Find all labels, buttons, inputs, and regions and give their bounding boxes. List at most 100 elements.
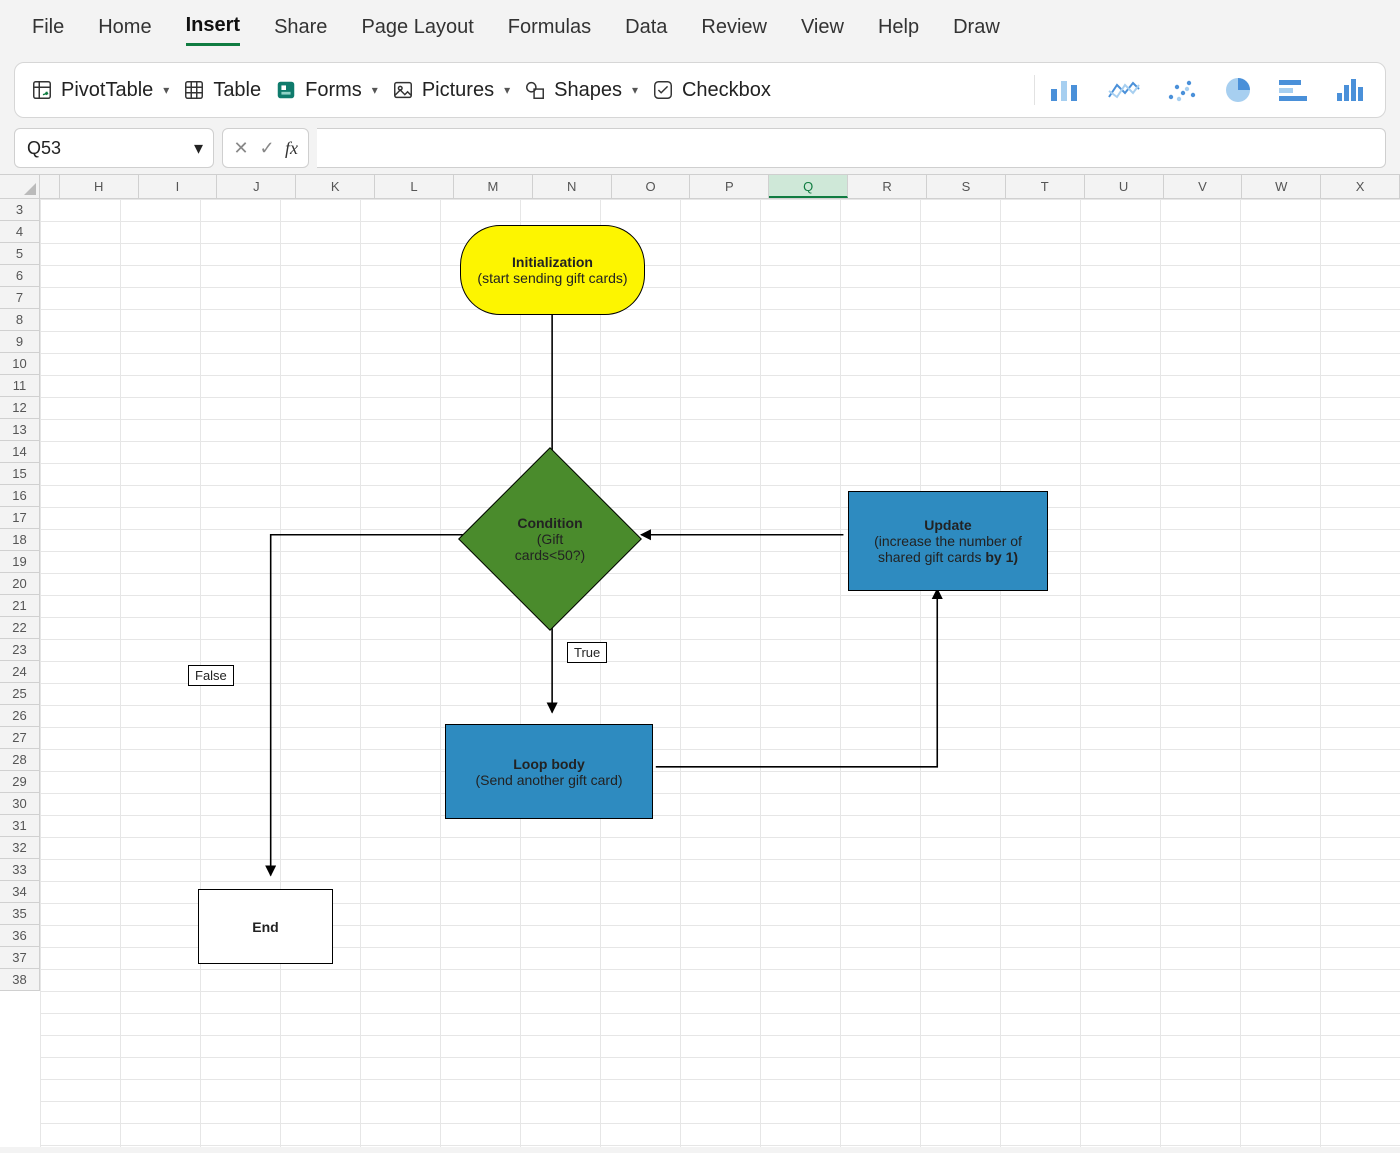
row-header-6[interactable]: 6 (0, 265, 39, 287)
shapes-button[interactable]: Shapes ▾ (524, 79, 638, 102)
row-header-32[interactable]: 32 (0, 837, 39, 859)
column-header-J[interactable]: J (217, 175, 296, 198)
column-header-T[interactable]: T (1006, 175, 1085, 198)
line-chart-icon[interactable] (1107, 77, 1141, 103)
scatter-chart-icon[interactable] (1165, 77, 1199, 103)
formula-input[interactable] (317, 128, 1386, 168)
column-header-K[interactable]: K (296, 175, 375, 198)
row-header-29[interactable]: 29 (0, 771, 39, 793)
column-header-I[interactable]: I (139, 175, 218, 198)
row-header-18[interactable]: 18 (0, 529, 39, 551)
row-header-9[interactable]: 9 (0, 331, 39, 353)
column-header-R[interactable]: R (848, 175, 927, 198)
row-header-38[interactable]: 38 (0, 969, 39, 991)
menu-review[interactable]: Review (701, 16, 767, 45)
histogram-icon[interactable] (1335, 77, 1369, 103)
row-header-12[interactable]: 12 (0, 397, 39, 419)
row-header-16[interactable]: 16 (0, 485, 39, 507)
column-chart-icon[interactable] (1049, 77, 1083, 103)
column-header-S[interactable]: S (927, 175, 1006, 198)
menu-bar: File Home Insert Share Page Layout Formu… (0, 0, 1400, 58)
flowchart-end[interactable]: End (198, 889, 333, 964)
checkbox-button[interactable]: Checkbox (652, 79, 771, 102)
row-header-33[interactable]: 33 (0, 859, 39, 881)
row-header-26[interactable]: 26 (0, 705, 39, 727)
row-header-23[interactable]: 23 (0, 639, 39, 661)
column-header-H[interactable]: H (60, 175, 139, 198)
row-header-17[interactable]: 17 (0, 507, 39, 529)
column-header-M[interactable]: M (454, 175, 533, 198)
flowchart-initialization[interactable]: Initialization (start sending gift cards… (460, 225, 645, 315)
menu-formulas[interactable]: Formulas (508, 16, 591, 45)
row-header-20[interactable]: 20 (0, 573, 39, 595)
column-header-U[interactable]: U (1085, 175, 1164, 198)
fx-icon[interactable]: fx (285, 138, 298, 159)
row-header-15[interactable]: 15 (0, 463, 39, 485)
pivottable-button[interactable]: PivotTable ▾ (31, 79, 169, 102)
row-header-31[interactable]: 31 (0, 815, 39, 837)
table-icon (183, 79, 205, 101)
spreadsheet[interactable]: HIJKLMNOPQRSTUVWX 3456789101112131415161… (0, 174, 1400, 1147)
row-header-5[interactable]: 5 (0, 243, 39, 265)
row-header-21[interactable]: 21 (0, 595, 39, 617)
menu-share[interactable]: Share (274, 16, 327, 45)
pie-chart-icon[interactable] (1223, 75, 1253, 105)
flowchart-condition[interactable]: Condition (Gift cards<50?) (485, 474, 615, 604)
menu-file[interactable]: File (32, 16, 64, 45)
row-header-4[interactable]: 4 (0, 221, 39, 243)
forms-button[interactable]: Forms ▾ (275, 79, 378, 102)
menu-insert[interactable]: Insert (186, 14, 240, 46)
row-header-28[interactable]: 28 (0, 749, 39, 771)
row-header-8[interactable]: 8 (0, 309, 39, 331)
menu-draw[interactable]: Draw (953, 16, 1000, 45)
column-header-N[interactable]: N (533, 175, 612, 198)
row-headers: 3456789101112131415161718192021222324252… (0, 199, 40, 991)
pivottable-label: PivotTable (61, 79, 153, 102)
column-header-L[interactable]: L (375, 175, 454, 198)
table-button[interactable]: Table (183, 79, 261, 102)
row-header-14[interactable]: 14 (0, 441, 39, 463)
row-header-30[interactable]: 30 (0, 793, 39, 815)
row-header-24[interactable]: 24 (0, 661, 39, 683)
row-header-7[interactable]: 7 (0, 287, 39, 309)
row-header-25[interactable]: 25 (0, 683, 39, 705)
row-header-34[interactable]: 34 (0, 881, 39, 903)
flowchart-update[interactable]: Update (increase the number of shared gi… (848, 491, 1048, 591)
accept-formula-icon[interactable]: ✓ (259, 138, 275, 159)
cancel-formula-icon[interactable]: ✕ (233, 138, 249, 159)
row-header-36[interactable]: 36 (0, 925, 39, 947)
row-header-27[interactable]: 27 (0, 727, 39, 749)
flowchart-loop-body[interactable]: Loop body (Send another gift card) (445, 724, 653, 819)
flowchart-canvas: Initialization (start sending gift cards… (40, 199, 1400, 1147)
menu-page-layout[interactable]: Page Layout (361, 16, 473, 45)
row-header-11[interactable]: 11 (0, 375, 39, 397)
row-header-10[interactable]: 10 (0, 353, 39, 375)
column-header-W[interactable]: W (1242, 175, 1321, 198)
flowchart-update-title: Update (924, 517, 971, 533)
row-header-22[interactable]: 22 (0, 617, 39, 639)
row-header-3[interactable]: 3 (0, 199, 39, 221)
row-header-35[interactable]: 35 (0, 903, 39, 925)
menu-help[interactable]: Help (878, 16, 919, 45)
pictures-icon (392, 79, 414, 101)
table-label: Table (213, 79, 261, 102)
row-header-37[interactable]: 37 (0, 947, 39, 969)
column-header-X[interactable]: X (1321, 175, 1400, 198)
name-box[interactable]: Q53 ▾ (14, 128, 214, 168)
edge-label-false: False (188, 665, 234, 686)
flowchart-loop-subtitle: (Send another gift card) (475, 772, 622, 788)
menu-data[interactable]: Data (625, 16, 667, 45)
column-header-Q[interactable]: Q (769, 175, 848, 198)
row-header-13[interactable]: 13 (0, 419, 39, 441)
pictures-button[interactable]: Pictures ▾ (392, 79, 510, 102)
row-header-19[interactable]: 19 (0, 551, 39, 573)
column-header-V[interactable]: V (1164, 175, 1243, 198)
bar-chart-icon[interactable] (1277, 77, 1311, 103)
column-header-O[interactable]: O (612, 175, 691, 198)
menu-view[interactable]: View (801, 16, 844, 45)
select-all-corner[interactable] (0, 175, 40, 199)
formula-buttons: ✕ ✓ fx (222, 128, 309, 168)
menu-home[interactable]: Home (98, 16, 151, 45)
column-header-P[interactable]: P (690, 175, 769, 198)
column-headers: HIJKLMNOPQRSTUVWX (40, 175, 1400, 199)
